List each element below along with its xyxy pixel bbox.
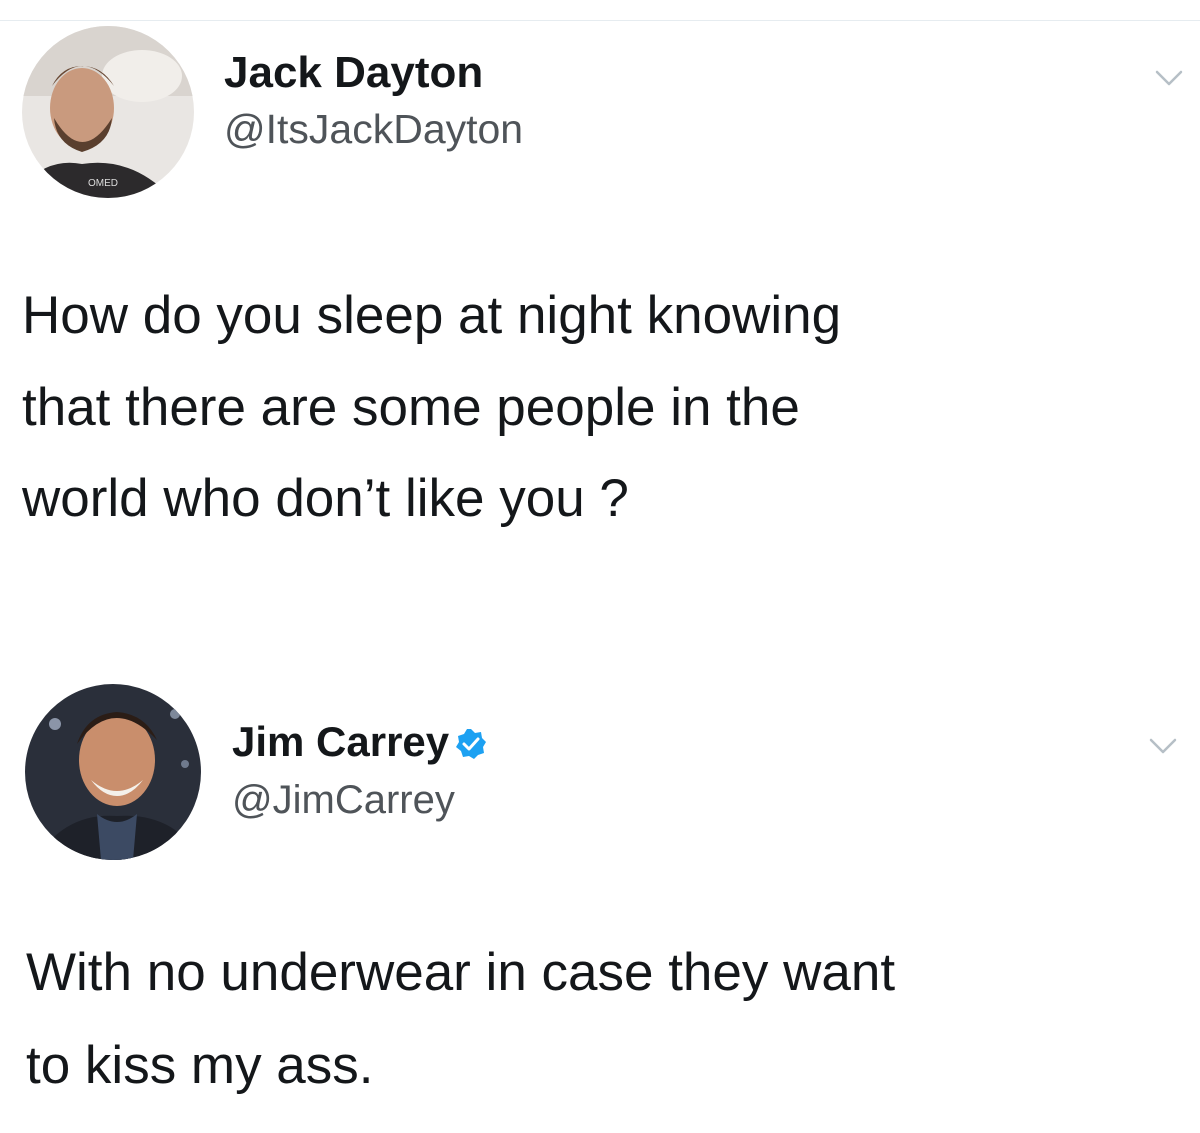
author-name-row[interactable]: Jack Dayton (224, 48, 483, 98)
tweet-text-line: How do you sleep at night knowing (22, 286, 842, 345)
tweet-text-line: to kiss my ass. (26, 1036, 374, 1096)
tweet-text: With no underwear in case they want to k… (26, 926, 1186, 1113)
profile-photo-icon: OMED (22, 26, 194, 198)
chevron-down-icon[interactable] (1154, 68, 1184, 88)
user-handle[interactable]: @JimCarrey (232, 778, 455, 823)
verified-badge-icon (456, 729, 487, 759)
avatar[interactable]: OMED (22, 26, 194, 198)
display-name[interactable]: Jack Dayton (224, 48, 483, 98)
avatar[interactable] (25, 684, 201, 860)
tweet-text-line: With no underwear in case they want (26, 943, 896, 1002)
top-divider (0, 20, 1200, 21)
profile-photo-icon (25, 684, 201, 860)
svg-text:OMED: OMED (88, 178, 118, 189)
tweet-text-line: that there are some people in the (22, 377, 800, 437)
author-name-row[interactable]: Jim Carrey (232, 718, 487, 766)
tweet-text-line: world who don’t like you ? (22, 469, 629, 529)
tweet-text: How do you sleep at night knowing that t… (22, 270, 1182, 545)
chevron-down-icon[interactable] (1148, 736, 1178, 756)
display-name[interactable]: Jim Carrey (232, 718, 449, 766)
user-handle[interactable]: @ItsJackDayton (224, 106, 523, 153)
